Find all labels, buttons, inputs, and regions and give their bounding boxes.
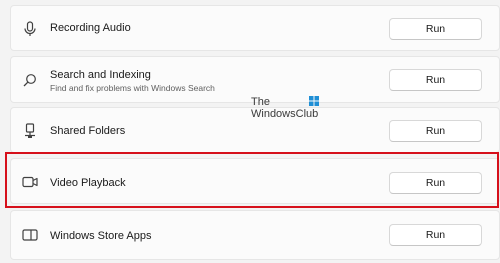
search-icon bbox=[21, 71, 39, 89]
troubleshooter-title: Video Playback bbox=[50, 177, 126, 189]
troubleshooter-row-windows-store-apps: Windows Store Apps Run bbox=[10, 210, 500, 260]
troubleshooter-row-recording-audio: Recording Audio Run bbox=[10, 5, 500, 51]
troubleshooter-title: Shared Folders bbox=[50, 125, 126, 137]
troubleshooter-title: Recording Audio bbox=[50, 22, 131, 34]
run-button-recording-audio[interactable]: Run bbox=[389, 18, 482, 40]
watermark: The WindowsClub bbox=[251, 96, 319, 120]
troubleshooter-description: Find and fix problems with Windows Searc… bbox=[50, 83, 215, 93]
run-button-search-indexing[interactable]: Run bbox=[389, 69, 482, 91]
microphone-icon bbox=[21, 20, 39, 38]
troubleshooter-page: Recording Audio Run Search and Indexing … bbox=[0, 0, 500, 263]
troubleshooter-title: Windows Store Apps bbox=[50, 230, 152, 242]
video-camera-icon bbox=[21, 173, 39, 191]
troubleshooter-title: Search and Indexing bbox=[50, 69, 151, 81]
watermark-logo-icon bbox=[309, 96, 319, 106]
troubleshooter-row-video-playback: Video Playback Run bbox=[10, 158, 500, 204]
store-app-icon bbox=[21, 226, 39, 244]
watermark-line2: WindowsClub bbox=[251, 108, 319, 120]
run-button-shared-folders[interactable]: Run bbox=[389, 120, 482, 142]
run-button-video-playback[interactable]: Run bbox=[389, 172, 482, 194]
shared-folder-icon bbox=[21, 122, 39, 140]
run-button-windows-store-apps[interactable]: Run bbox=[389, 224, 482, 246]
